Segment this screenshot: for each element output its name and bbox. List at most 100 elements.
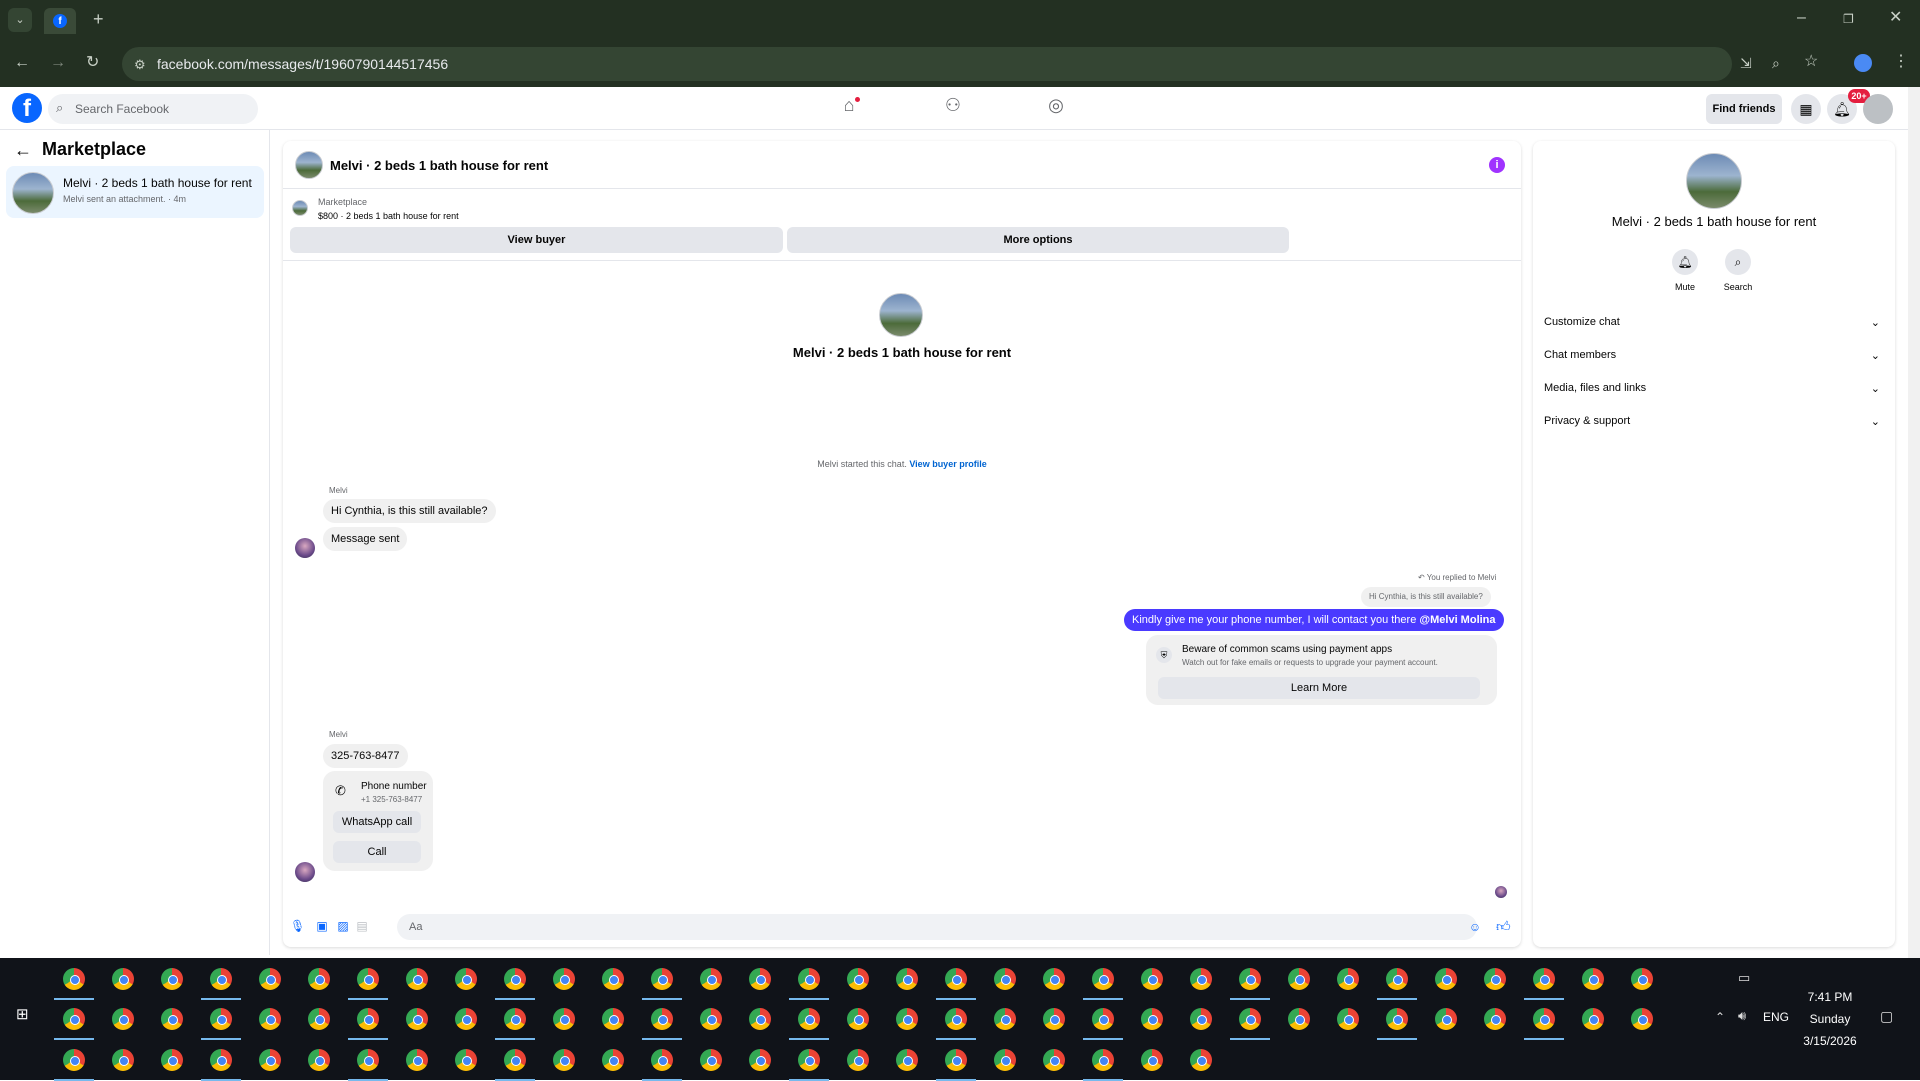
chrome-taskbar-icon[interactable] bbox=[994, 1008, 1016, 1030]
section-customize-chat[interactable]: Customize chat ⌄ bbox=[1544, 316, 1884, 336]
zoom-icon[interactable]: ⌕ bbox=[1772, 55, 1780, 71]
sender-avatar[interactable] bbox=[295, 538, 315, 558]
chrome-taskbar-icon[interactable] bbox=[1386, 968, 1408, 990]
panel-search-icon[interactable]: ⌕ bbox=[1725, 249, 1751, 275]
chrome-taskbar-icon[interactable] bbox=[700, 1008, 722, 1030]
chrome-taskbar-icon[interactable] bbox=[847, 968, 869, 990]
chrome-taskbar-icon[interactable] bbox=[504, 1008, 526, 1030]
minimize-icon[interactable]: – bbox=[1797, 10, 1806, 26]
page-scrollbar[interactable] bbox=[1908, 87, 1920, 958]
incoming-message[interactable]: Hi Cynthia, is this still available? bbox=[323, 499, 496, 523]
chrome-taskbar-icon[interactable] bbox=[1484, 968, 1506, 990]
close-window-icon[interactable]: ✕ bbox=[1889, 10, 1902, 26]
chrome-taskbar-icon[interactable] bbox=[1092, 968, 1114, 990]
chrome-taskbar-icon[interactable] bbox=[63, 968, 85, 990]
profile-icon[interactable] bbox=[1854, 54, 1872, 72]
chrome-taskbar-icon[interactable] bbox=[994, 968, 1016, 990]
clock-date[interactable]: 3/15/2026 bbox=[1790, 1034, 1870, 1048]
bookmark-star-icon[interactable]: ☆ bbox=[1804, 54, 1818, 70]
clock-time[interactable]: 7:41 PM bbox=[1790, 990, 1870, 1004]
chrome-taskbar-icon[interactable] bbox=[945, 968, 967, 990]
chrome-taskbar-icon[interactable] bbox=[259, 1049, 281, 1071]
desktop-icon[interactable]: ▭ bbox=[1738, 970, 1750, 986]
windows-start-icon[interactable]: ⊞ bbox=[16, 1007, 32, 1023]
call-button[interactable]: Call bbox=[333, 841, 421, 863]
back-arrow-icon[interactable]: ← bbox=[14, 140, 32, 161]
chrome-taskbar-icon[interactable] bbox=[1288, 1008, 1310, 1030]
chrome-taskbar-icon[interactable] bbox=[1435, 968, 1457, 990]
chrome-taskbar-icon[interactable] bbox=[406, 1008, 428, 1030]
chrome-taskbar-icon[interactable] bbox=[1435, 1008, 1457, 1030]
chrome-taskbar-icon[interactable] bbox=[847, 1049, 869, 1071]
chrome-taskbar-icon[interactable] bbox=[1141, 968, 1163, 990]
chrome-taskbar-icon[interactable] bbox=[1239, 1008, 1261, 1030]
learn-more-button[interactable]: Learn More bbox=[1158, 677, 1480, 699]
outgoing-message[interactable]: Kindly give me your phone number, I will… bbox=[1124, 609, 1504, 631]
emoji-icon[interactable]: ☺ bbox=[1468, 920, 1482, 934]
info-icon[interactable]: i bbox=[1489, 157, 1505, 173]
chrome-taskbar-icon[interactable] bbox=[749, 968, 771, 990]
chrome-taskbar-icon[interactable] bbox=[1582, 968, 1604, 990]
browser-tab[interactable]: f bbox=[44, 8, 76, 34]
find-friends-button[interactable]: Find friends bbox=[1706, 94, 1782, 124]
chrome-taskbar-icon[interactable] bbox=[1386, 1008, 1408, 1030]
chrome-taskbar-icon[interactable] bbox=[749, 1049, 771, 1071]
chrome-taskbar-icon[interactable] bbox=[1533, 1008, 1555, 1030]
chrome-taskbar-icon[interactable] bbox=[161, 1008, 183, 1030]
show-hidden-icons-chevron-icon[interactable]: ⌃ bbox=[1715, 1010, 1725, 1024]
chrome-taskbar-icon[interactable] bbox=[1043, 1049, 1065, 1071]
chrome-taskbar-icon[interactable] bbox=[700, 1049, 722, 1071]
chrome-taskbar-icon[interactable] bbox=[210, 1008, 232, 1030]
chrome-taskbar-icon[interactable] bbox=[1092, 1008, 1114, 1030]
site-info-icon[interactable]: ⚙ bbox=[134, 57, 146, 73]
view-buyer-button[interactable]: View buyer bbox=[290, 227, 783, 253]
chrome-taskbar-icon[interactable] bbox=[798, 1049, 820, 1071]
chrome-taskbar-icon[interactable] bbox=[455, 1049, 477, 1071]
section-privacy-support[interactable]: Privacy & support ⌄ bbox=[1544, 415, 1884, 435]
chrome-taskbar-icon[interactable] bbox=[406, 968, 428, 990]
gif-icon[interactable]: ▤ bbox=[355, 919, 369, 933]
chrome-taskbar-icon[interactable] bbox=[504, 968, 526, 990]
chrome-taskbar-icon[interactable] bbox=[798, 968, 820, 990]
chrome-taskbar-icon[interactable] bbox=[1092, 1049, 1114, 1071]
chrome-taskbar-icon[interactable] bbox=[455, 968, 477, 990]
notification-center-icon[interactable]: ▢ bbox=[1880, 1008, 1893, 1025]
listing-title[interactable]: $800 · 2 beds 1 bath house for rent bbox=[318, 211, 459, 221]
chrome-taskbar-icon[interactable] bbox=[357, 1008, 379, 1030]
chrome-taskbar-icon[interactable] bbox=[651, 968, 673, 990]
quoted-message[interactable]: Hi Cynthia, is this still available? bbox=[1361, 587, 1491, 607]
mute-bell-icon[interactable]: 🔔︎ bbox=[1672, 249, 1698, 275]
chrome-taskbar-icon[interactable] bbox=[1043, 1008, 1065, 1030]
section-media-files-links[interactable]: Media, files and links ⌄ bbox=[1544, 382, 1884, 402]
chrome-taskbar-icon[interactable] bbox=[1141, 1008, 1163, 1030]
chrome-taskbar-icon[interactable] bbox=[553, 1049, 575, 1071]
chrome-taskbar-icon[interactable] bbox=[63, 1008, 85, 1030]
chrome-taskbar-icon[interactable] bbox=[798, 1008, 820, 1030]
more-options-button[interactable]: More options bbox=[787, 227, 1289, 253]
microphone-icon[interactable]: 🎙︎ bbox=[290, 919, 305, 933]
chrome-taskbar-icon[interactable] bbox=[1337, 968, 1359, 990]
chrome-taskbar-icon[interactable] bbox=[602, 1049, 624, 1071]
chrome-taskbar-icon[interactable] bbox=[210, 1049, 232, 1071]
friends-icon[interactable]: ⚇ bbox=[939, 95, 967, 121]
chrome-taskbar-icon[interactable] bbox=[63, 1049, 85, 1071]
chrome-taskbar-icon[interactable] bbox=[651, 1008, 673, 1030]
chrome-taskbar-icon[interactable] bbox=[1239, 968, 1261, 990]
chrome-taskbar-icon[interactable] bbox=[553, 968, 575, 990]
chrome-taskbar-icon[interactable] bbox=[847, 1008, 869, 1030]
chrome-taskbar-icon[interactable] bbox=[259, 1008, 281, 1030]
install-app-icon[interactable]: ⇲ bbox=[1740, 55, 1752, 71]
sender-avatar[interactable] bbox=[295, 862, 315, 882]
chrome-taskbar-icon[interactable] bbox=[1190, 968, 1212, 990]
chrome-taskbar-icon[interactable] bbox=[1190, 1049, 1212, 1071]
chrome-taskbar-icon[interactable] bbox=[1631, 968, 1653, 990]
chrome-taskbar-icon[interactable] bbox=[357, 968, 379, 990]
chrome-taskbar-icon[interactable] bbox=[1190, 1008, 1212, 1030]
chrome-taskbar-icon[interactable] bbox=[700, 968, 722, 990]
chrome-taskbar-icon[interactable] bbox=[504, 1049, 526, 1071]
language-indicator[interactable]: ENG bbox=[1763, 1010, 1789, 1024]
chrome-taskbar-icon[interactable] bbox=[1484, 1008, 1506, 1030]
chrome-taskbar-icon[interactable] bbox=[308, 1008, 330, 1030]
chrome-taskbar-icon[interactable] bbox=[602, 1008, 624, 1030]
chrome-taskbar-icon[interactable] bbox=[259, 968, 281, 990]
